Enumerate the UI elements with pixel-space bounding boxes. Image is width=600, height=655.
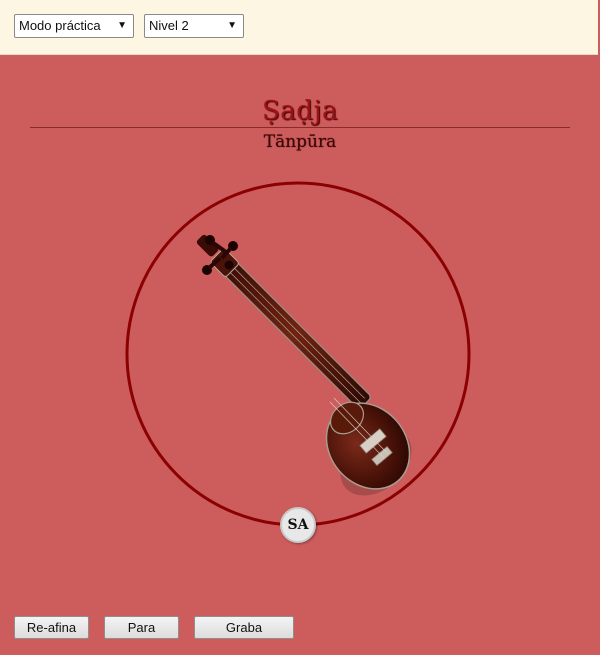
tanpura-icon	[196, 234, 412, 496]
tuning-circle	[125, 181, 471, 527]
app-root: Modo práctica ▼ Nivel 2 ▼ Ṣaḍja Tānpūra	[0, 0, 600, 655]
record-button[interactable]: Graba	[194, 616, 294, 639]
tuning-stage	[125, 181, 471, 527]
sa-note-button[interactable]: SA	[280, 507, 316, 543]
stop-button[interactable]: Para	[104, 616, 179, 639]
retune-button[interactable]: Re-afina	[14, 616, 89, 639]
